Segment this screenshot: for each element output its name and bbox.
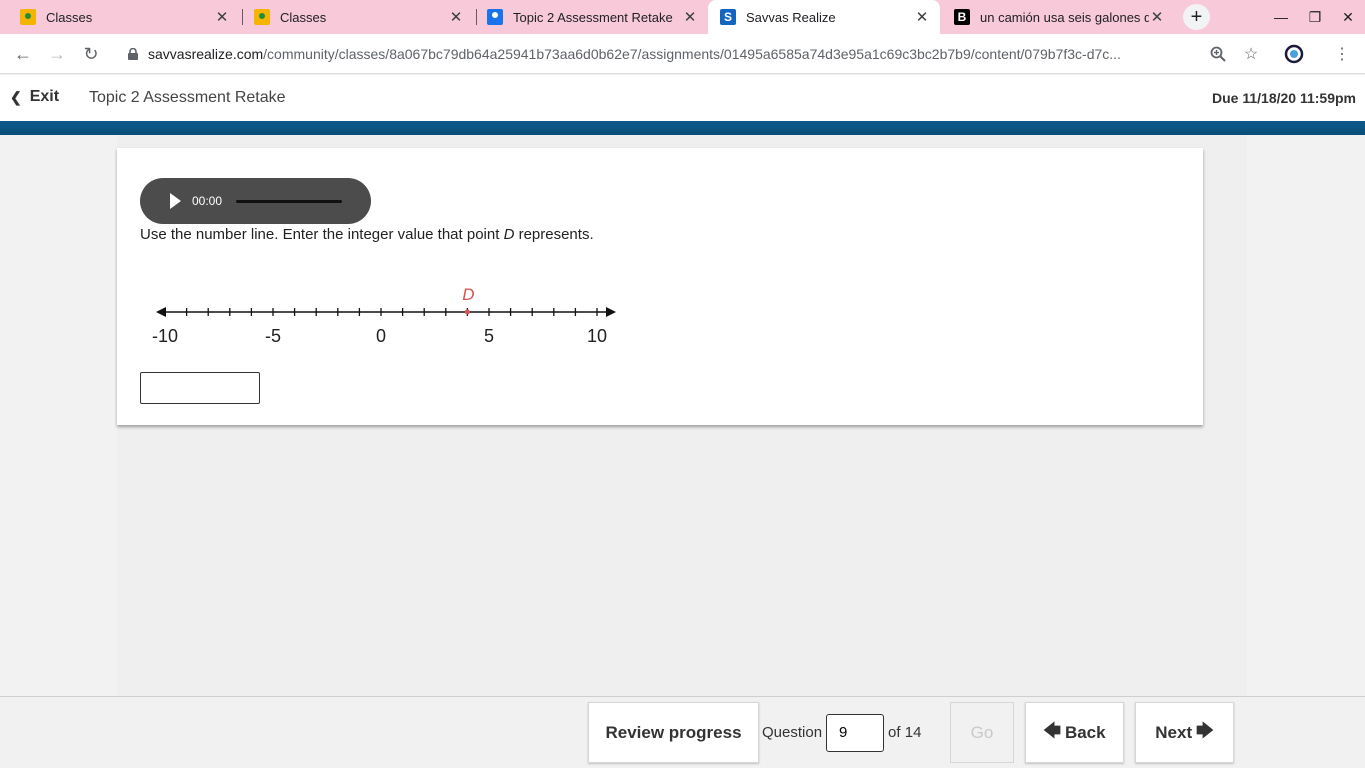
- chevron-left-icon: ❮: [10, 88, 22, 105]
- question-label: Question: [762, 724, 823, 741]
- app-header: ❮ Exit Topic 2 Assessment Retake Due 11/…: [0, 75, 1365, 121]
- url-field[interactable]: savvasrealize.com/community/classes/8a06…: [120, 40, 1210, 68]
- point-d-label: D: [462, 285, 474, 304]
- close-window-icon[interactable]: ✕: [1337, 6, 1359, 28]
- footer-nav: Review progress Question of 14 Go 🡄 Back…: [0, 696, 1365, 768]
- close-icon[interactable]: ✕: [1149, 9, 1165, 26]
- header-band: [0, 121, 1365, 135]
- audio-time: 00:00: [192, 194, 223, 208]
- browser-tab[interactable]: Classes ✕: [234, 0, 474, 34]
- tick-label: -5: [265, 326, 281, 346]
- prompt-text: Use the number line. Enter the integer v…: [140, 226, 504, 243]
- reload-icon[interactable]: ↻: [79, 42, 103, 66]
- browser-tab[interactable]: B un camión usa seis galones d ✕: [940, 0, 1175, 34]
- back-label: Back: [1064, 722, 1106, 742]
- back-arrow-icon[interactable]: ←: [11, 42, 35, 66]
- browser-tab-active[interactable]: S Savvas Realize ✕: [708, 0, 940, 34]
- exit-label: Exit: [29, 88, 60, 105]
- close-icon[interactable]: ✕: [914, 9, 930, 26]
- brainly-icon: B: [954, 9, 970, 25]
- audio-player[interactable]: 00:00: [140, 178, 371, 224]
- exit-button[interactable]: ❮ Exit: [10, 88, 59, 106]
- tab-title: Classes: [46, 9, 93, 25]
- back-button[interactable]: 🡄 Back: [1025, 702, 1124, 763]
- savvas-icon: S: [720, 9, 736, 25]
- tab-title: Topic 2 Assessment Retake: [513, 9, 673, 25]
- url-host: savvasrealize.com: [148, 46, 264, 62]
- prompt-text-end: represents.: [514, 226, 594, 243]
- arrow-right-head: [606, 307, 616, 317]
- arrow-left-icon: 🡄: [1043, 721, 1061, 740]
- assignment-icon: [487, 9, 503, 25]
- lock-icon: [126, 47, 140, 61]
- tick-label: -10: [152, 326, 178, 346]
- tab-title: un camión usa seis galones d: [980, 9, 1149, 25]
- number-line: -10 -5 0 5 10 D: [152, 285, 616, 346]
- classroom-icon: [254, 9, 270, 25]
- url-path: /community/classes/8a067bc79db64a25941b7…: [263, 46, 1121, 62]
- tick-label: 10: [587, 326, 607, 346]
- answer-input[interactable]: [140, 372, 260, 404]
- question-prompt: Use the number line. Enter the integer v…: [140, 226, 594, 243]
- classroom-icon: [20, 9, 36, 25]
- audio-progress-track[interactable]: [236, 199, 343, 203]
- tab-title: Savvas Realize: [746, 9, 836, 25]
- tab-title: Classes: [280, 9, 327, 25]
- next-button[interactable]: Next 🡆: [1135, 702, 1234, 763]
- browser-tab[interactable]: Topic 2 Assessment Retake ✕: [467, 0, 708, 34]
- menu-kebab-icon[interactable]: ⋮: [1331, 43, 1353, 65]
- close-icon[interactable]: ✕: [682, 9, 698, 26]
- arrow-right-icon: 🡆: [1196, 721, 1214, 740]
- prompt-point-label: D: [503, 226, 515, 243]
- point-d-marker: [464, 309, 470, 315]
- zoom-icon[interactable]: [1207, 43, 1229, 65]
- question-total: of 14: [888, 724, 922, 741]
- close-icon[interactable]: ✕: [214, 9, 230, 26]
- browser-tab[interactable]: Classes ✕: [0, 0, 240, 34]
- bookmark-star-icon[interactable]: ☆: [1240, 43, 1262, 65]
- extension-icon[interactable]: [1283, 43, 1305, 65]
- page-title: Topic 2 Assessment Retake: [89, 89, 286, 106]
- due-date: Due 11/18/20 11:59pm: [1212, 90, 1356, 106]
- close-icon[interactable]: ✕: [448, 9, 464, 26]
- next-label: Next: [1155, 722, 1193, 742]
- forward-arrow-icon[interactable]: →: [45, 42, 69, 66]
- question-number-input[interactable]: [826, 713, 885, 752]
- browser-tab-bar: Classes ✕ Classes ✕ Topic 2 Assessment R…: [0, 0, 1365, 34]
- new-tab-button[interactable]: +: [1183, 4, 1210, 30]
- question-navigator: Question of 14: [762, 702, 921, 763]
- browser-toolbar: ← → ↻ savvasrealize.com/community/classe…: [0, 34, 1365, 74]
- tick-label: 0: [376, 326, 386, 346]
- restore-icon[interactable]: ❐: [1304, 6, 1326, 28]
- go-button[interactable]: Go: [950, 702, 1014, 763]
- review-progress-button[interactable]: Review progress: [588, 702, 759, 763]
- play-icon[interactable]: [170, 193, 181, 209]
- tick-label: 5: [484, 326, 494, 346]
- minimize-icon[interactable]: —: [1270, 6, 1292, 28]
